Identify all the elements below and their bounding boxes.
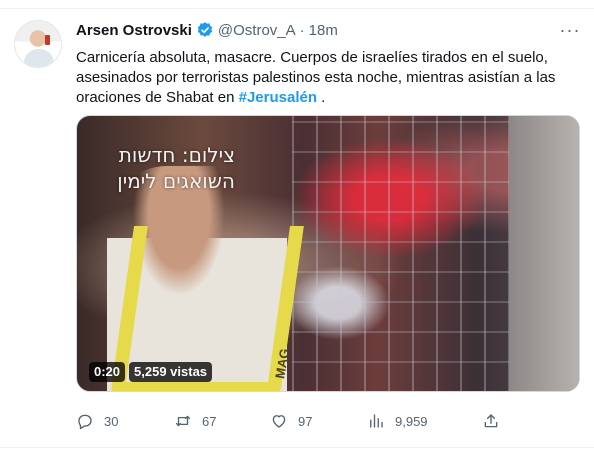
video-fence (292, 116, 532, 391)
video-duration: 0:20 (89, 362, 126, 382)
tweet-header: Arsen Ostrovski @Ostrov_A · 18m (76, 20, 338, 40)
retweet-count: 67 (202, 413, 217, 429)
share-button[interactable] (482, 410, 500, 432)
more-options-icon[interactable]: ··· (558, 20, 582, 40)
heart-icon (272, 415, 286, 428)
views-button[interactable]: 9,959 (367, 410, 428, 432)
like-button[interactable]: 97 (270, 410, 312, 432)
header-separator: · (299, 21, 305, 39)
reply-button[interactable]: 30 (76, 410, 118, 432)
retweet-icon (175, 415, 191, 427)
avatar-shirt (24, 49, 54, 67)
reply-count: 30 (104, 413, 119, 429)
tweet-text-end: . (317, 89, 326, 106)
retweet-button[interactable]: 67 (174, 410, 216, 432)
video-player[interactable]: MAG צילום: חדשות השואגים לימין 0:20 5,25… (76, 115, 580, 392)
watermark-line-1: צילום: חדשות (118, 143, 235, 167)
video-views: 5,259 vistas (129, 362, 213, 382)
analytics-icon (370, 414, 383, 428)
tweet-timestamp[interactable]: 18m (309, 22, 338, 39)
author-avatar[interactable] (14, 20, 62, 68)
views-count: 9,959 (395, 413, 428, 429)
video-pillar (509, 116, 579, 391)
reply-icon (78, 414, 92, 430)
share-icon (484, 414, 498, 428)
tweet-actions: 30 67 97 9,959 (76, 410, 580, 432)
verified-badge-icon (196, 21, 214, 39)
like-count: 97 (298, 413, 313, 429)
tweet-text: Carnicería absoluta, masacre. Cuerpos de… (76, 48, 580, 108)
author-handle[interactable]: @Ostrov_A (218, 22, 296, 39)
author-name[interactable]: Arsen Ostrovski (76, 22, 192, 39)
video-badge: 0:20 5,259 vistas (89, 362, 213, 382)
video-watermark: צילום: חדשות השואגים לימין (95, 142, 235, 194)
avatar-phone (45, 35, 50, 45)
watermark-line-2: השואגים לימין (117, 169, 235, 193)
hashtag-link[interactable]: #Jerusalén (239, 89, 317, 106)
